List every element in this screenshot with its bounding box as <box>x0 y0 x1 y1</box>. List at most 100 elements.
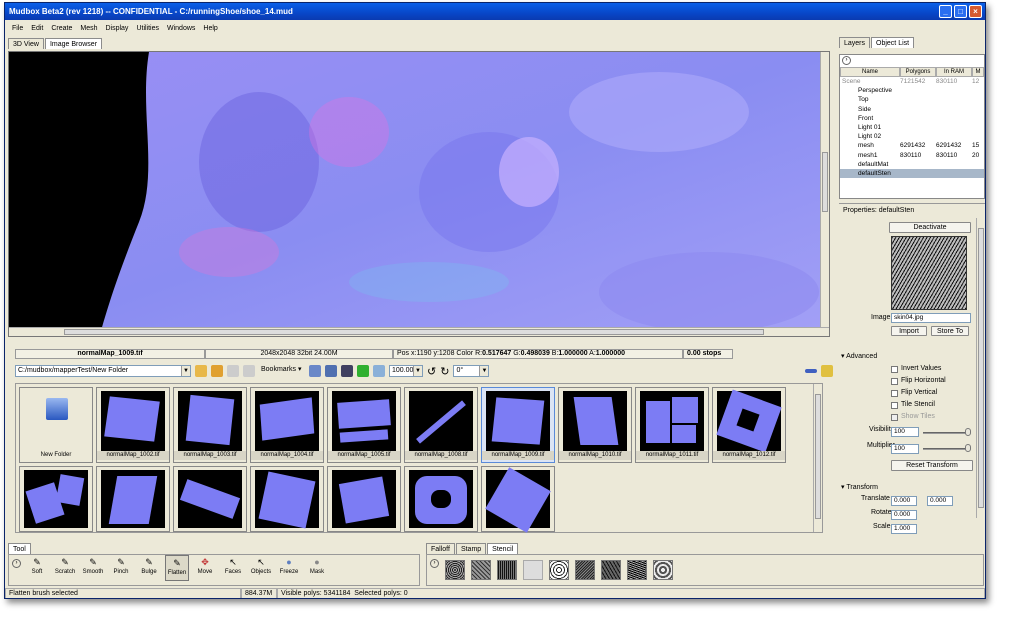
tool-mask[interactable]: ● Mask <box>305 555 329 581</box>
browser-vscroll-thumb[interactable] <box>815 394 821 519</box>
list-item[interactable]: defaultMat <box>840 160 984 169</box>
flip-vertical-checkbox[interactable] <box>891 390 898 397</box>
expand-icon[interactable]: › <box>842 56 851 65</box>
zoom-combo[interactable]: 100.00 ▼ <box>389 365 423 377</box>
menu-display[interactable]: Display <box>101 25 132 32</box>
list-item[interactable]: Perspective <box>840 86 984 95</box>
advanced-section[interactable]: ▾ Advanced <box>841 352 973 362</box>
browser-item[interactable]: normalMap_1011.tif <box>635 387 709 463</box>
stencil-thumb[interactable] <box>471 560 491 580</box>
list-item-selected[interactable]: defaultSten <box>840 168 984 179</box>
viewport-hscroll-thumb[interactable] <box>64 329 764 335</box>
tool-objects[interactable]: ↖ Objects <box>249 555 273 581</box>
menu-help[interactable]: Help <box>199 25 221 32</box>
translate-x-field[interactable]: 0.000 <box>891 496 917 506</box>
minimize-button[interactable]: _ <box>939 5 952 18</box>
properties-vscroll-thumb[interactable] <box>978 228 984 508</box>
browser-item[interactable]: normalMap_1008.tif <box>404 387 478 463</box>
fit-icon[interactable] <box>373 365 385 377</box>
forward-arrow-icon[interactable] <box>243 365 255 377</box>
download-icon[interactable] <box>821 365 833 377</box>
browser-item[interactable] <box>404 466 478 532</box>
col-in-ram[interactable]: In RAM <box>936 67 972 77</box>
browser-item[interactable]: normalMap_1003.tif <box>173 387 247 463</box>
tool-pinch[interactable]: ✎ Pinch <box>109 555 133 581</box>
channels-icon[interactable] <box>341 365 353 377</box>
viewport-vscroll-thumb[interactable] <box>822 152 828 212</box>
tab-object-list[interactable]: Object List <box>871 37 915 48</box>
browser-item[interactable]: normalMap_1002.tif <box>96 387 170 463</box>
visibility-slider[interactable] <box>923 432 969 434</box>
tab-falloff[interactable]: Falloff <box>426 543 455 554</box>
menu-mesh[interactable]: Mesh <box>76 25 101 32</box>
list-item[interactable]: mesh1 830110 830110 20 <box>840 151 984 160</box>
invert-values-checkbox[interactable] <box>891 366 898 373</box>
tool-move[interactable]: ✥ Move <box>193 555 217 581</box>
reset-transform-button[interactable]: Reset Transform <box>891 460 973 471</box>
menu-windows[interactable]: Windows <box>163 25 199 32</box>
browser-item-selected[interactable]: normalMap_1009.tif <box>481 387 555 463</box>
visibility-slider-knob[interactable] <box>965 428 971 436</box>
rotate-right-icon[interactable]: ↻ <box>440 365 449 378</box>
browser-item[interactable] <box>173 466 247 532</box>
properties-vscroll[interactable] <box>976 218 985 518</box>
browser-item[interactable]: normalMap_1005.tif <box>327 387 401 463</box>
visibility-field[interactable]: 100 <box>891 427 919 437</box>
menu-create[interactable]: Create <box>47 25 76 32</box>
rotate-left-icon[interactable]: ↺ <box>427 365 436 378</box>
rotate-field[interactable]: 0.000 <box>891 510 917 520</box>
browser-item[interactable] <box>96 466 170 532</box>
path-combo[interactable]: C:/mudbox/mapperTest/New Folder ▼ <box>15 365 191 377</box>
import-button[interactable]: Import <box>891 326 927 336</box>
tab-3d-view[interactable]: 3D View <box>8 38 44 49</box>
paint-icon[interactable] <box>309 365 321 377</box>
expand-icon[interactable]: › <box>430 559 439 568</box>
col-polygons[interactable]: Polygons <box>900 67 936 77</box>
col-m[interactable]: M <box>972 67 984 77</box>
browser-item-folder[interactable]: New Folder <box>19 387 93 463</box>
image-field[interactable]: skin04.jpg <box>891 313 971 323</box>
stencil-thumb[interactable] <box>653 560 673 580</box>
translate-y-field[interactable]: 0.000 <box>927 496 953 506</box>
browser-item[interactable] <box>19 466 93 532</box>
close-button[interactable]: × <box>969 5 982 18</box>
stencil-thumb[interactable] <box>601 560 621 580</box>
list-item[interactable]: Light 01 <box>840 123 984 132</box>
list-item[interactable]: Front <box>840 114 984 123</box>
tool-smooth[interactable]: ✎ Smooth <box>81 555 105 581</box>
folder-open-icon[interactable] <box>195 365 207 377</box>
transform-section[interactable]: ▾ Transform <box>841 483 973 493</box>
tool-scratch[interactable]: ✎ Scratch <box>53 555 77 581</box>
browser-item[interactable] <box>481 466 555 533</box>
stencil-thumb[interactable] <box>497 560 517 580</box>
browser-item[interactable]: normalMap_1010.tif <box>558 387 632 463</box>
browser-item[interactable] <box>327 466 401 532</box>
list-item[interactable]: Top <box>840 95 984 104</box>
stencil-thumb[interactable] <box>445 560 465 580</box>
col-name[interactable]: Name <box>840 67 900 77</box>
stencil-thumb[interactable] <box>627 560 647 580</box>
expand-icon[interactable]: › <box>12 559 21 568</box>
new-folder-icon[interactable] <box>211 365 223 377</box>
tool-faces[interactable]: ↖ Faces <box>221 555 245 581</box>
scale-field[interactable]: 1.000 <box>891 524 917 534</box>
tab-image-browser[interactable]: Image Browser <box>44 38 103 49</box>
show-tiles-checkbox[interactable] <box>891 414 898 421</box>
viewport-vscroll[interactable] <box>820 52 829 329</box>
tab-tool[interactable]: Tool <box>8 543 31 554</box>
green-channel-icon[interactable] <box>357 365 369 377</box>
tab-stamp[interactable]: Stamp <box>455 543 487 554</box>
stencil-thumb[interactable] <box>523 560 543 580</box>
multiplier-slider[interactable] <box>923 448 969 450</box>
image-viewport[interactable] <box>8 51 830 337</box>
tab-layers[interactable]: Layers <box>839 37 871 48</box>
tool-freeze[interactable]: ● Freeze <box>277 555 301 581</box>
menu-file[interactable]: File <box>8 25 27 32</box>
viewport-hscroll[interactable] <box>9 327 829 336</box>
menu-edit[interactable]: Edit <box>27 25 47 32</box>
multiplier-slider-knob[interactable] <box>965 444 971 452</box>
tool-bulge[interactable]: ✎ Bulge <box>137 555 161 581</box>
rotation-combo[interactable]: 0° ▼ <box>453 365 490 377</box>
save-icon[interactable] <box>325 365 337 377</box>
browser-vscroll[interactable] <box>813 384 822 532</box>
